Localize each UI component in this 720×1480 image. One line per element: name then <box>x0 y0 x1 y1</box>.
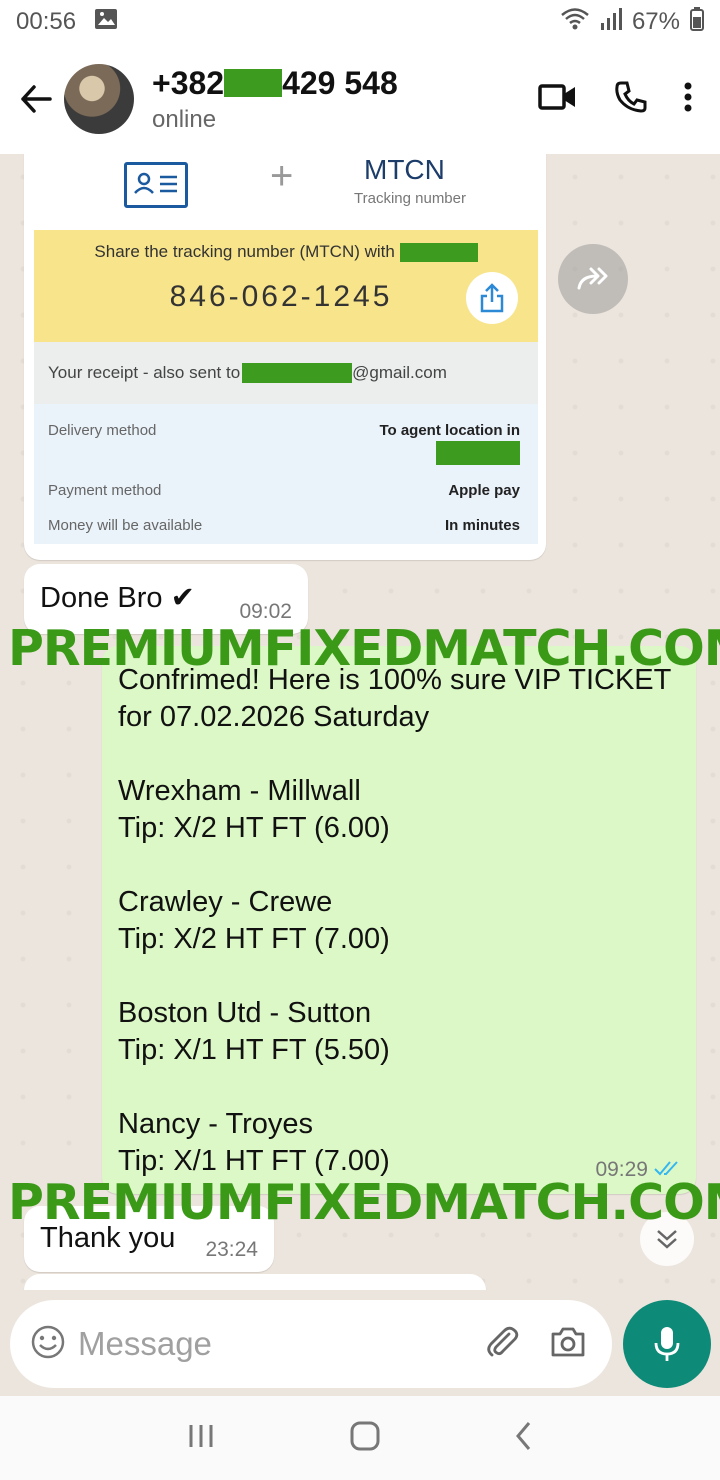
payment-label: Payment method <box>48 482 162 499</box>
contact-status: online <box>152 105 217 133</box>
battery-percent: 67% <box>631 8 680 35</box>
message-time: 23:24 <box>205 1238 258 1261</box>
avatar[interactable] <box>64 64 134 134</box>
emoji-icon[interactable] <box>30 1324 66 1365</box>
video-call-icon[interactable] <box>538 83 578 116</box>
phone-call-icon[interactable] <box>614 80 648 119</box>
delivery-value: To agent location in <box>379 422 520 439</box>
receipt-prefix: Your receipt - also sent to <box>48 363 241 382</box>
watermark-text: PREMIUMFIXEDMATCH.COM <box>8 1174 720 1231</box>
delivery-row: Delivery method To agent location in <box>48 422 520 469</box>
more-options-icon[interactable] <box>684 82 692 117</box>
tracking-label: Tracking number <box>354 190 466 207</box>
status-time: 00:56 <box>16 8 77 35</box>
delivery-label: Delivery method <box>48 422 157 439</box>
contact-phone: +382 429 548 <box>152 65 398 102</box>
message-placeholder: Message <box>78 1325 212 1362</box>
id-card-icon <box>124 162 188 208</box>
contact-info[interactable]: +382 429 548 online <box>152 65 398 134</box>
plus-sign: + <box>270 154 294 198</box>
wifi-icon <box>560 7 590 38</box>
phone-suffix: 429 548 <box>282 64 398 101</box>
chat-header: +382 429 548 online <box>0 44 720 154</box>
home-button[interactable] <box>350 1421 380 1456</box>
payment-details: Delivery method To agent location in Pay… <box>34 404 538 544</box>
mtcn-number: 846-062-1245 <box>169 280 393 313</box>
gallery-notification-icon <box>94 8 118 37</box>
recent-apps-button[interactable] <box>187 1423 215 1454</box>
arrow-left-icon <box>21 85 52 113</box>
receipt-screenshot: + MTCN Tracking number Share the trackin… <box>34 154 538 544</box>
watermark-text: PREMIUMFIXEDMATCH.COM <box>8 620 720 677</box>
mtcn-label: MTCN <box>364 154 445 185</box>
message-input[interactable]: Message <box>10 1300 612 1388</box>
payment-row: Payment method Apple pay <box>48 482 520 499</box>
delivery-value-group: To agent location in <box>379 422 520 469</box>
camera-icon[interactable] <box>550 1326 586 1363</box>
back-button[interactable] <box>8 71 64 127</box>
double-chevron-down-icon <box>657 1230 677 1249</box>
receipt-email-row: Your receipt - also sent to @gmail.com <box>34 342 538 404</box>
redaction-block <box>224 69 283 97</box>
message-partial[interactable] <box>24 1274 486 1290</box>
back-nav-button[interactable] <box>515 1421 533 1456</box>
share-instruction: Share the tracking number (MTCN) with <box>34 242 538 263</box>
availability-row: Money will be available In minutes <box>48 517 520 534</box>
status-bar: 00:56 67% <box>0 0 720 44</box>
tracking-panel: Share the tracking number (MTCN) with 84… <box>34 230 538 342</box>
chat-area[interactable]: + MTCN Tracking number Share the trackin… <box>0 154 720 1290</box>
message-text: Confrimed! Here is 100% sure VIP TICKET … <box>118 664 672 1177</box>
redaction-block <box>399 243 478 263</box>
voice-record-button[interactable] <box>623 1300 711 1388</box>
availability-label: Money will be available <box>48 517 203 534</box>
share-text: Share the tracking number (MTCN) with <box>94 242 395 261</box>
payment-value: Apple pay <box>448 482 520 499</box>
attachment-icon[interactable] <box>484 1324 520 1365</box>
microphone-icon <box>654 1327 680 1361</box>
availability-value: In minutes <box>444 517 520 534</box>
forward-button[interactable] <box>558 244 628 314</box>
battery-icon <box>690 6 704 38</box>
input-bar: Message <box>0 1290 720 1396</box>
redaction-block <box>242 363 353 383</box>
receipt-suffix: @gmail.com <box>352 363 447 382</box>
signal-icon <box>600 7 622 38</box>
phone-prefix: +382 <box>152 64 225 101</box>
share-upload-icon <box>466 272 518 324</box>
forward-icon <box>577 267 608 290</box>
system-nav-bar <box>0 1396 720 1480</box>
message-ticket[interactable]: Confrimed! Here is 100% sure VIP TICKET … <box>102 646 696 1194</box>
receipt-image-message[interactable]: + MTCN Tracking number Share the trackin… <box>24 154 546 560</box>
redaction-block <box>436 441 520 465</box>
